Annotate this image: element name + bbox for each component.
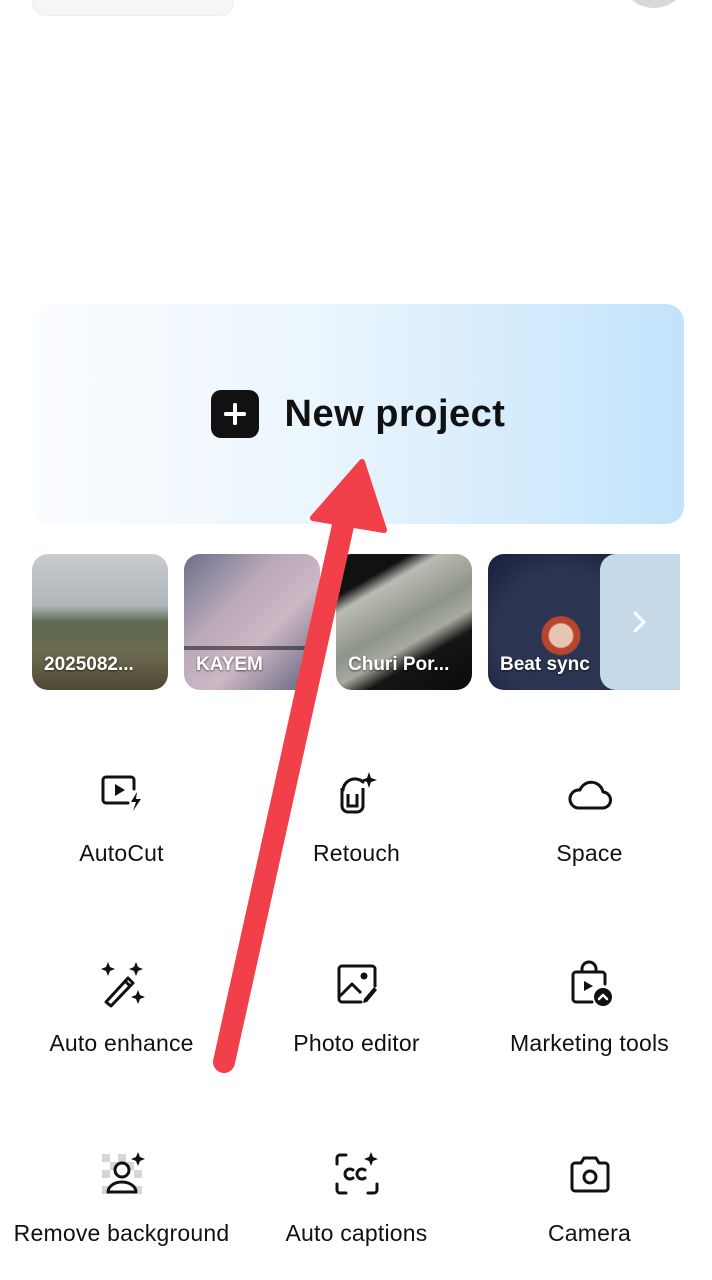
magic-wand-icon xyxy=(100,962,145,1008)
tool-camera[interactable]: Camera xyxy=(471,1150,708,1246)
drafts-next-button[interactable] xyxy=(600,554,680,690)
new-project-label: New project xyxy=(284,392,506,435)
tool-auto-enhance[interactable]: Auto enhance xyxy=(3,960,240,1056)
tool-label: Space xyxy=(556,840,623,866)
tool-label: Photo editor xyxy=(293,1030,420,1056)
tool-space[interactable]: Space xyxy=(471,770,708,866)
tool-label: Camera xyxy=(547,1220,631,1246)
draft-thumbnail[interactable]: KAYEM xyxy=(184,554,320,690)
tool-label: Remove background xyxy=(13,1220,230,1246)
shopping-bag-icon xyxy=(571,960,612,1006)
photo-edit-icon xyxy=(337,964,377,1004)
tool-remove-background[interactable]: Remove background xyxy=(3,1150,240,1246)
draft-title: KAYEM xyxy=(196,654,263,675)
draft-title: 2025082... xyxy=(44,654,134,675)
tool-label: Retouch xyxy=(312,840,401,866)
tool-retouch[interactable]: Retouch xyxy=(238,770,475,866)
tool-autocut[interactable]: AutoCut xyxy=(3,770,240,866)
tool-label: Auto enhance xyxy=(49,1030,194,1056)
plus-square-icon xyxy=(210,390,259,438)
camera-icon xyxy=(570,1156,609,1193)
tool-label: Auto captions xyxy=(285,1220,428,1246)
avatar[interactable] xyxy=(624,0,684,8)
captions-icon xyxy=(335,1152,378,1195)
draft-thumbnail[interactable]: Churi Por... xyxy=(336,554,472,690)
drafts-carousel: 2025082... KAYEM Churi Por... Beat sync xyxy=(32,554,680,690)
autocut-icon xyxy=(101,775,141,811)
tool-auto-captions[interactable]: Auto captions xyxy=(238,1150,475,1246)
draft-thumbnail[interactable]: 2025082... xyxy=(32,554,168,690)
new-project-button[interactable]: New project xyxy=(32,304,684,524)
remove-background-icon xyxy=(101,1152,145,1194)
tool-marketing-tools[interactable]: Marketing tools xyxy=(471,960,708,1056)
tool-photo-editor[interactable]: Photo editor xyxy=(238,960,475,1056)
retouch-icon xyxy=(340,772,377,814)
cloud-icon xyxy=(568,780,612,810)
tool-label: AutoCut xyxy=(79,840,164,866)
draft-title: Churi Por... xyxy=(348,654,450,675)
chevron-right-icon xyxy=(633,611,646,633)
search-bar[interactable] xyxy=(32,0,234,16)
tool-label: Marketing tools xyxy=(510,1030,669,1056)
